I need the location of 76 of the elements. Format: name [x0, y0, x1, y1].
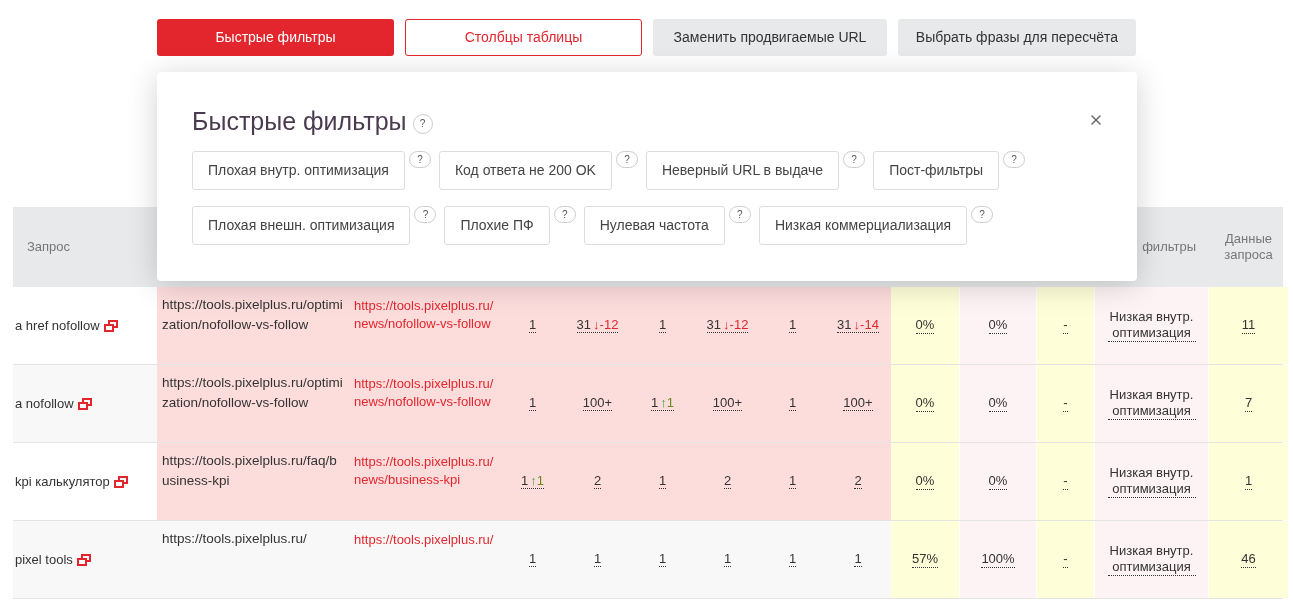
percent-value[interactable]: 0% — [915, 317, 935, 334]
url-field[interactable]: https://tools.pixelplus.ru/optimization/nofollow-vs-follow — [157, 287, 345, 364]
column-header[interactable]: фильтры — [1142, 237, 1196, 257]
filter-button[interactable]: Код ответа не 200 OK — [438, 151, 612, 190]
percent-value[interactable]: 0% — [988, 395, 1008, 412]
position-value[interactable]: 1 — [854, 552, 862, 567]
percent-value[interactable]: 100% — [981, 551, 1015, 568]
query-text: a nofollow — [15, 394, 74, 413]
column-header[interactable]: Данные запроса — [1218, 231, 1279, 263]
position-value[interactable]: 1 — [528, 396, 537, 411]
open-window-icon[interactable] — [103, 319, 118, 332]
position-value[interactable]: 1 — [658, 552, 667, 567]
open-window-icon[interactable] — [77, 397, 92, 410]
toolbar-button[interactable]: Выбрать фразы для пересчёта — [898, 19, 1136, 56]
percent-value[interactable]: 0% — [988, 317, 1008, 334]
open-window-icon[interactable] — [113, 475, 128, 488]
position-value[interactable]: 1↑1 — [651, 396, 674, 411]
filter-button[interactable]: Плохая внешн. оптимизация — [192, 206, 411, 245]
filter-button[interactable]: Низкая коммерциализация — [758, 206, 968, 245]
count-value[interactable]: 7 — [1244, 395, 1253, 412]
position-value[interactable]: 100+ — [843, 396, 873, 411]
position-value[interactable]: 31↓-12 — [706, 318, 749, 333]
position-value[interactable]: 1 — [788, 552, 797, 567]
toolbar-button[interactable]: Заменить продвигаемые URL — [653, 19, 887, 56]
position-value[interactable]: 2 — [723, 474, 732, 489]
filter-button[interactable]: Нулевая частота — [583, 206, 725, 245]
percent-value[interactable]: 0% — [988, 473, 1008, 490]
percent-value[interactable]: 0% — [915, 395, 935, 412]
count-value[interactable]: 46 — [1241, 551, 1256, 568]
query-text: a href nofollow — [15, 316, 100, 335]
help-badge[interactable]: ? — [1003, 151, 1026, 168]
position-value[interactable]: 31↓-14 — [837, 318, 879, 333]
help-badge[interactable]: ? — [843, 151, 866, 168]
help-badge[interactable]: ? — [553, 206, 576, 223]
column-header[interactable]: Запрос — [27, 237, 71, 257]
position-value[interactable]: 1 — [788, 396, 797, 411]
position-value[interactable]: 2 — [854, 474, 862, 489]
help-badge[interactable]: ? — [414, 206, 437, 223]
filter-button[interactable]: Плохая внутр. оптимизация — [192, 151, 405, 190]
position-value[interactable]: 31↓-12 — [576, 318, 619, 333]
query-text: pixel tools — [15, 550, 73, 569]
filter-button[interactable]: Неверный URL в выдаче — [645, 151, 840, 190]
dash-value[interactable]: - — [1063, 395, 1068, 412]
toolbar-button[interactable]: Столбцы таблицы — [405, 19, 642, 56]
position-value[interactable]: 1 — [658, 318, 667, 333]
open-window-icon[interactable] — [76, 553, 91, 566]
filter-button[interactable]: Плохие ПФ — [444, 206, 550, 245]
dash-value[interactable]: - — [1063, 551, 1068, 568]
query-text: kpi калькулятор — [15, 472, 110, 491]
help-badge[interactable]: ? — [615, 151, 638, 168]
url-field[interactable]: https://tools.pixelplus.ru/optimization/nofollow-vs-follow — [157, 365, 345, 442]
dash-value[interactable]: - — [1063, 473, 1068, 490]
position-value[interactable]: 100+ — [712, 396, 743, 411]
position-value[interactable]: 1 — [528, 318, 537, 333]
position-value[interactable]: 1 — [788, 318, 797, 333]
url-field[interactable]: https://tools.pixelplus.ru/faq/business-kpi — [157, 443, 345, 520]
percent-value[interactable]: 0% — [915, 473, 935, 490]
position-value[interactable]: 2 — [593, 474, 602, 489]
position-value[interactable]: 1 — [658, 474, 667, 489]
help-badge[interactable]: ? — [971, 206, 994, 223]
position-value[interactable]: 1 — [788, 474, 797, 489]
position-value[interactable]: 1 — [723, 552, 732, 567]
filter-button[interactable]: Пост-фильтры — [873, 151, 1000, 190]
percent-value[interactable]: 57% — [912, 551, 938, 568]
count-value[interactable]: 11 — [1241, 317, 1256, 334]
position-value[interactable]: 1 — [593, 552, 602, 567]
position-value[interactable]: 1 — [528, 552, 537, 567]
popup-title: Быстрые фильтры — [192, 106, 407, 138]
url-field[interactable]: https://tools.pixelplus.ru/ — [157, 521, 345, 598]
toolbar-button[interactable]: Быстрые фильтры — [157, 19, 394, 56]
dash-value[interactable]: - — [1063, 317, 1068, 334]
help-badge[interactable]: ? — [728, 206, 751, 223]
help-badge[interactable]: ? — [408, 151, 431, 168]
position-value[interactable]: 100+ — [582, 396, 613, 411]
count-value[interactable]: 1 — [1244, 473, 1253, 490]
position-value[interactable]: 1↑1 — [521, 474, 544, 489]
